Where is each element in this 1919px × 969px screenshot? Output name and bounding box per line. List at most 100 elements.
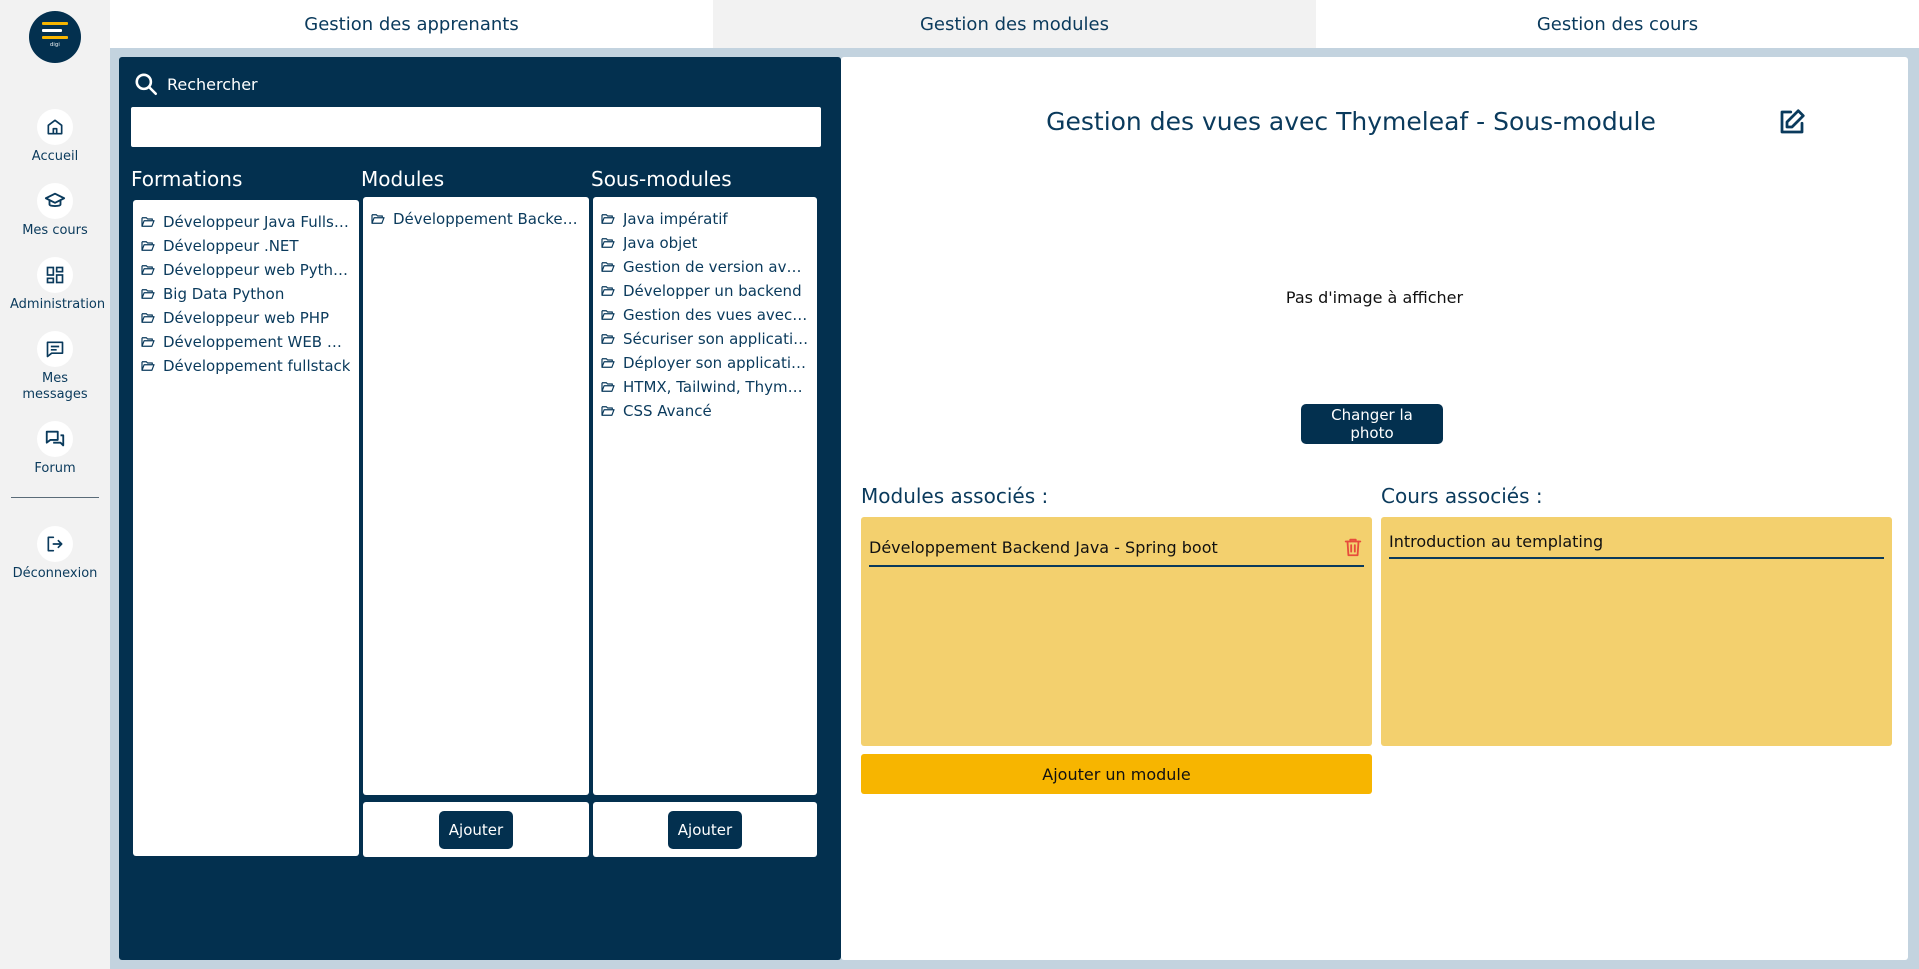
cours-associes-box: Introduction au templating [1381, 517, 1892, 746]
list-item-label: Développeur .NET [163, 237, 299, 255]
folder-open-icon [601, 238, 615, 248]
tab-gestion-cours[interactable]: Gestion des cours [1316, 0, 1919, 48]
list-item[interactable]: Gestion des vues avec Thymeleaf [601, 303, 809, 327]
list-item-label: HTMX, Tailwind, Thymeleaf [623, 378, 809, 396]
sidebar-item-mes-cours[interactable]: Mes cours [0, 183, 110, 239]
modules-add-box: Ajouter [363, 802, 589, 857]
top-tabs: Gestion des apprenants Gestion des modul… [110, 0, 1919, 48]
list-item-label: Sécuriser son application [623, 330, 809, 348]
list-item[interactable]: Déployer son application [601, 351, 809, 375]
list-item-label: Développeur web Python [163, 261, 351, 279]
add-associated-module-button[interactable]: Ajouter un module [861, 754, 1372, 794]
list-item[interactable]: Big Data Python [141, 282, 351, 306]
list-item-label: Big Data Python [163, 285, 285, 303]
associated-module-label: Développement Backend Java - Spring boot [869, 537, 1218, 557]
list-item-label: Développeur web PHP [163, 309, 330, 327]
list-item[interactable]: Développeur web PHP [141, 306, 351, 330]
logo-mark [42, 22, 68, 39]
list-item[interactable]: Développeur .NET [141, 234, 351, 258]
search-input[interactable] [131, 107, 821, 147]
list-item[interactable]: Sécuriser son application [601, 327, 809, 351]
browser-panel: Rechercher Formations Développeur Java F… [119, 57, 841, 960]
trash-icon[interactable] [1342, 536, 1364, 558]
folder-open-icon [141, 361, 155, 371]
main-area: Rechercher Formations Développeur Java F… [110, 48, 1919, 969]
detail-panel: Gestion des vues avec Thymeleaf - Sous-m… [841, 57, 1908, 960]
list-item-label: Développement Backend Java - Spring boot [393, 210, 581, 228]
list-item[interactable]: Gestion de version avec Git [601, 255, 809, 279]
folder-open-icon [141, 313, 155, 323]
folder-open-icon [601, 214, 615, 224]
sidebar-item-mes-messages[interactable]: Mes messages [0, 331, 110, 403]
sidebar-nav: Accueil Mes cours Administration Mes mes… [0, 109, 110, 600]
folder-open-icon [601, 358, 615, 368]
folder-open-icon [141, 289, 155, 299]
list-item[interactable]: Développeur web Python [141, 258, 351, 282]
list-item[interactable]: Développeur Java Fullstack [141, 210, 351, 234]
list-item[interactable]: Développement Backend Java - Spring boot [371, 207, 581, 231]
modules-associes-box: Développement Backend Java - Spring boot [861, 517, 1372, 746]
associated-course-row[interactable]: Introduction au templating [1389, 525, 1884, 559]
list-item-label: Java impératif [623, 210, 728, 228]
sidebar-item-forum[interactable]: Forum [0, 421, 110, 477]
tab-gestion-apprenants[interactable]: Gestion des apprenants [110, 0, 713, 48]
logout-icon [37, 526, 73, 562]
list-item-label: Gestion des vues avec Thymeleaf [623, 306, 809, 324]
sidebar-divider [11, 497, 99, 498]
forum-icon [37, 421, 73, 457]
no-image-text: Pas d'image à afficher [1285, 288, 1464, 307]
search-header: Rechercher [133, 71, 258, 97]
sidebar-item-label: Forum [34, 461, 76, 476]
folder-open-icon [371, 214, 385, 224]
logo-brand-text: digi [50, 42, 60, 48]
sous-modules-add-box: Ajouter [593, 802, 817, 857]
list-item[interactable]: Java objet [601, 231, 809, 255]
add-sous-module-button[interactable]: Ajouter [667, 810, 743, 849]
graduation-cap-icon [37, 183, 73, 219]
list-item-label: CSS Avancé [623, 402, 712, 420]
search-icon [135, 73, 158, 96]
app-logo[interactable]: digi [29, 11, 81, 63]
modules-associes-title: Modules associés : [861, 484, 1049, 508]
list-item-label: Développeur Java Fullstack [163, 213, 351, 231]
modules-title: Modules [361, 167, 445, 191]
list-item-label: Déployer son application [623, 354, 809, 372]
sidebar-item-label: Mes cours [22, 223, 88, 238]
change-photo-button[interactable]: Changer la photo [1301, 404, 1443, 444]
list-item[interactable]: Java impératif [601, 207, 809, 231]
list-item-label: Gestion de version avec Git [623, 258, 809, 276]
folder-open-icon [141, 217, 155, 227]
folder-open-icon [141, 241, 155, 251]
sidebar-item-label: Mes messages [22, 371, 88, 402]
folder-open-icon [141, 265, 155, 275]
search-label: Rechercher [167, 74, 258, 94]
folder-open-icon [601, 262, 615, 272]
sidebar-item-label: Déconnexion [12, 566, 98, 581]
list-item-label: Développement fullstack [163, 357, 351, 375]
edit-icon[interactable] [1777, 107, 1807, 141]
list-item[interactable]: Développer un backend [601, 279, 809, 303]
folder-open-icon [601, 334, 615, 344]
folder-open-icon [141, 337, 155, 347]
add-module-button[interactable]: Ajouter [438, 810, 514, 849]
list-item[interactable]: HTMX, Tailwind, Thymeleaf [601, 375, 809, 399]
associated-course-label: Introduction au templating [1389, 531, 1604, 551]
folder-open-icon [601, 310, 615, 320]
associated-module-row: Développement Backend Java - Spring boot [869, 529, 1364, 567]
list-item[interactable]: Développement fullstack [141, 354, 351, 378]
sidebar-item-label: Accueil [31, 149, 79, 164]
sidebar-item-administration[interactable]: Administration [0, 257, 110, 313]
list-item-label: Développer un backend [623, 282, 802, 300]
dashboard-icon [37, 257, 73, 293]
sidebar-item-deconnexion[interactable]: Déconnexion [0, 526, 110, 582]
list-item-label: Développement WEB React [163, 333, 351, 351]
message-icon [37, 331, 73, 367]
modules-list[interactable]: Développement Backend Java - Spring boot [363, 197, 589, 795]
sous-modules-list[interactable]: Java impératif Java objet Gestion de versi… [593, 197, 817, 795]
list-item[interactable]: CSS Avancé [601, 399, 809, 423]
page-title: Gestion des vues avec Thymeleaf - Sous-m… [1046, 107, 1656, 136]
formations-list[interactable]: Développeur Java Fullstack Développeur .N… [133, 200, 359, 856]
list-item[interactable]: Développement WEB React [141, 330, 351, 354]
sidebar-item-accueil[interactable]: Accueil [0, 109, 110, 165]
tab-gestion-modules[interactable]: Gestion des modules [713, 0, 1316, 48]
